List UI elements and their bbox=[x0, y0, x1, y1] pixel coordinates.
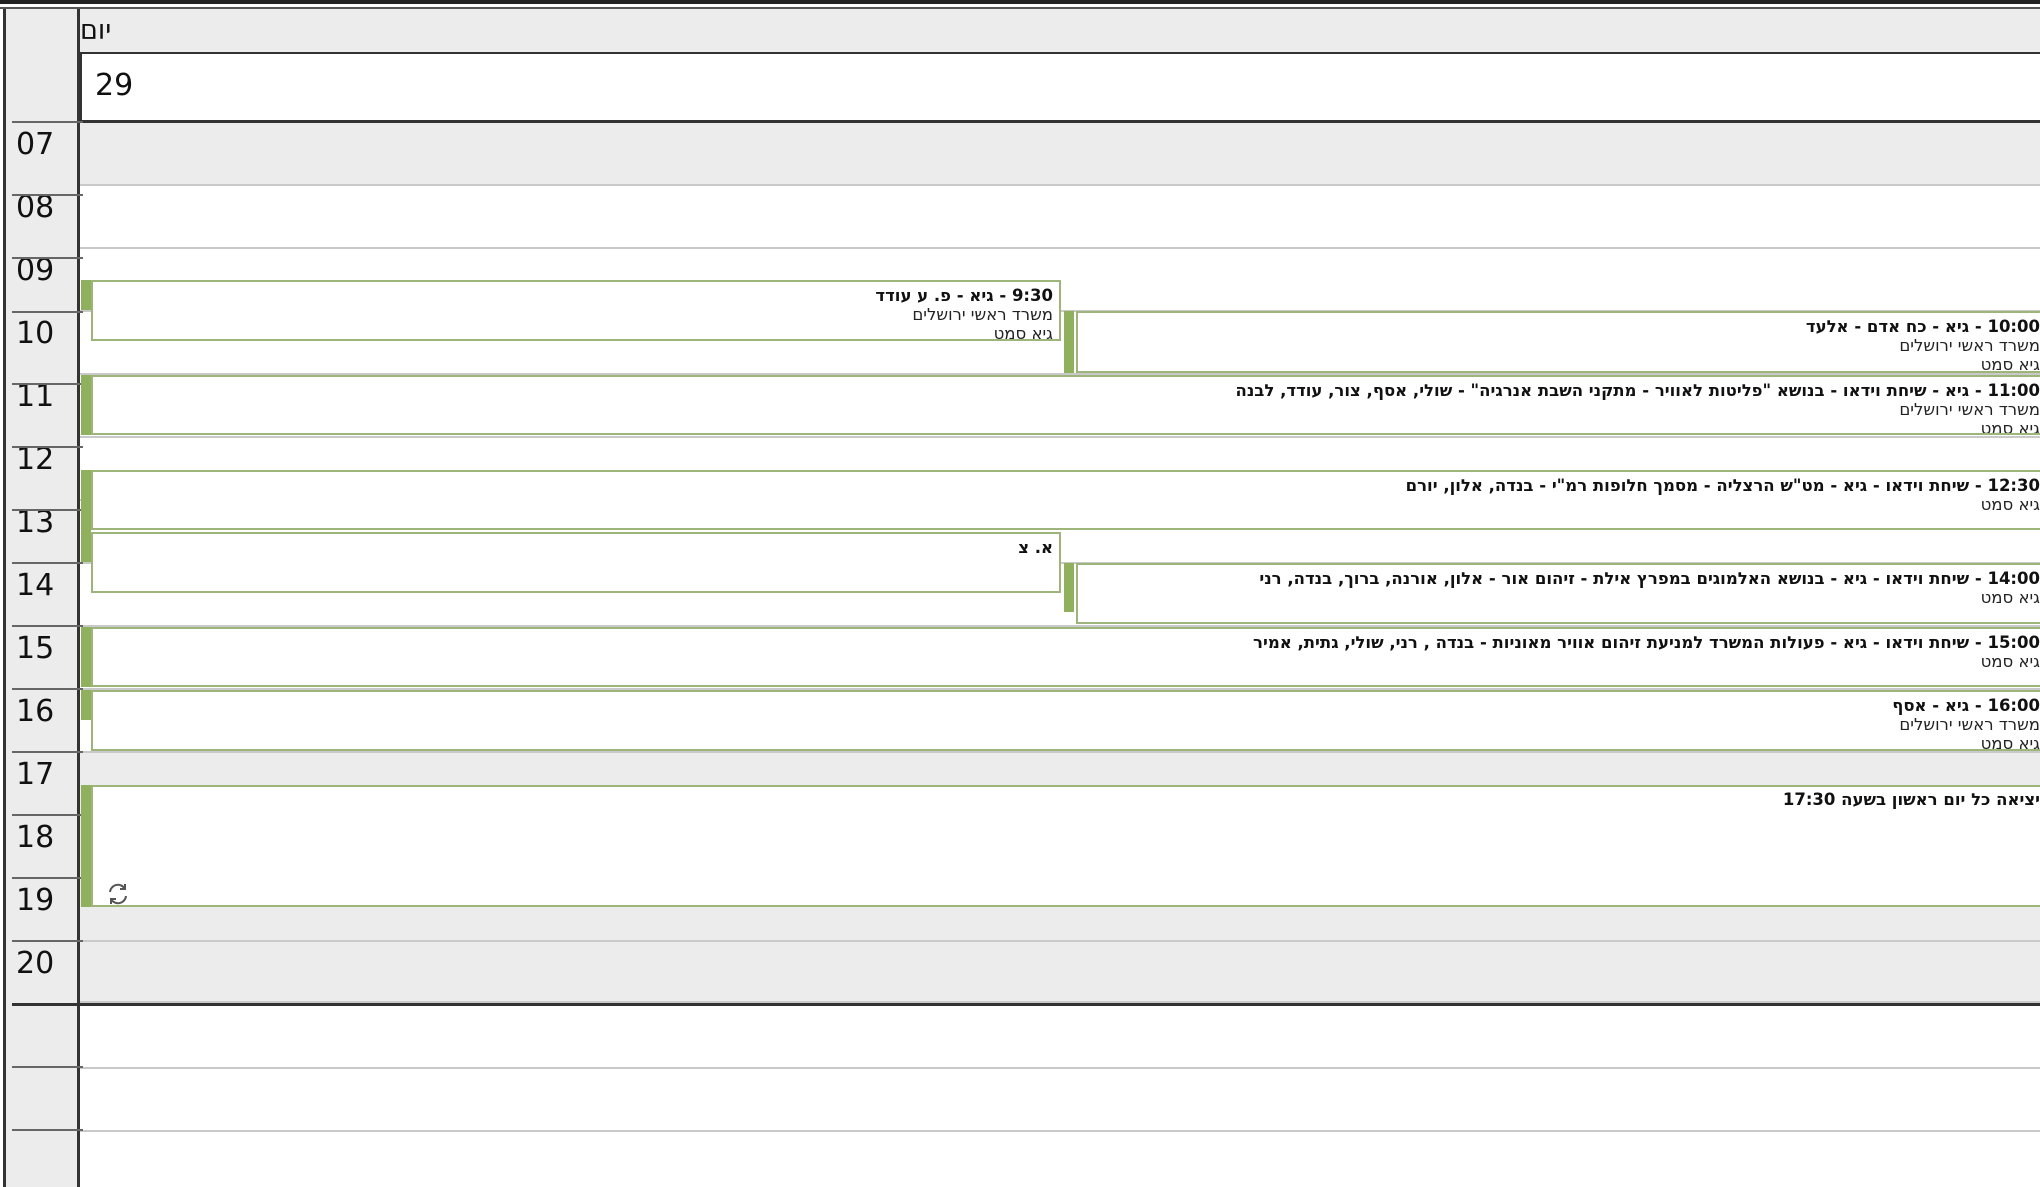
event-title: 11:00 - גיא - שיחת וידאו - בנושא "פליטות… bbox=[1235, 381, 2040, 400]
event-title: 16:00 - גיא - אסף bbox=[1892, 696, 2040, 715]
event-e5[interactable]: א. צ bbox=[91, 532, 1061, 593]
gutter-divider bbox=[12, 940, 83, 942]
all-day-date-cell[interactable]: 29 bbox=[80, 54, 2040, 123]
hour-label: 16 bbox=[16, 694, 55, 729]
gutter-divider bbox=[12, 121, 83, 123]
event-title: יציאה כל יום ראשון בשעה 17:30 bbox=[1782, 790, 2040, 809]
event-organizer: גיא סמט bbox=[1980, 652, 2040, 671]
hour-label: 11 bbox=[16, 379, 55, 414]
date-number: 29 bbox=[95, 68, 134, 103]
event-e4[interactable]: 12:30 - שיחת וידאו - גיא - מט"ש הרצליה -… bbox=[91, 470, 2040, 530]
event-location: משרד ראשי ירושלים bbox=[1899, 336, 2040, 355]
event-location: משרד ראשי ירושלים bbox=[1899, 400, 2040, 419]
hour-label: 17 bbox=[16, 757, 55, 792]
gutter-divider bbox=[12, 688, 83, 690]
gutter-divider bbox=[12, 446, 83, 448]
event-location: משרד ראשי ירושלים bbox=[912, 305, 1053, 324]
hour-label: 14 bbox=[16, 568, 55, 603]
gutter-divider bbox=[12, 814, 83, 816]
event-stripe bbox=[81, 690, 91, 720]
event-stripe bbox=[81, 785, 91, 907]
hour-label: 18 bbox=[16, 820, 55, 855]
event-title: 10:00 - גיא - כח אדם - אלעד bbox=[1805, 317, 2040, 336]
event-stripe bbox=[1064, 311, 1074, 373]
event-organizer: גיא סמט bbox=[1980, 355, 2040, 373]
event-stripe bbox=[81, 280, 91, 310]
recurrence-icon bbox=[105, 881, 131, 905]
hour-label: 13 bbox=[16, 505, 55, 540]
hour-label: 07 bbox=[16, 127, 55, 162]
gutter-divider bbox=[12, 257, 83, 259]
event-title: 14:00 - שיחת וידאו - גיא - בנושא האלמוגי… bbox=[1259, 569, 2040, 588]
gutter-divider bbox=[12, 751, 83, 753]
extra-slot-3[interactable] bbox=[80, 1132, 2040, 1187]
event-e2[interactable]: 10:00 - גיא - כח אדם - אלעד משרד ראשי יר… bbox=[1076, 311, 2040, 373]
event-e9[interactable]: יציאה כל יום ראשון בשעה 17:30 bbox=[91, 785, 2040, 907]
time-slot-20[interactable] bbox=[80, 942, 2040, 1003]
calendar-day-view: יום ראשון 29 07 08 09 10 11 12 13 14 15 … bbox=[0, 0, 2040, 1187]
hour-label: 19 bbox=[16, 883, 55, 918]
extra-slot-2[interactable] bbox=[80, 1069, 2040, 1132]
gutter-divider bbox=[12, 877, 83, 879]
hour-label: 08 bbox=[16, 190, 55, 225]
gutter-divider bbox=[12, 311, 83, 313]
time-slot-08[interactable] bbox=[80, 186, 2040, 249]
event-e3[interactable]: 11:00 - גיא - שיחת וידאו - בנושא "פליטות… bbox=[91, 375, 2040, 435]
time-slot-07[interactable] bbox=[80, 123, 2040, 186]
gutter-divider bbox=[12, 509, 83, 511]
hour-label: 10 bbox=[16, 316, 55, 351]
event-title: 15:00 - שיחת וידאו - גיא - פעולות המשרד … bbox=[1253, 633, 2040, 652]
time-gutter: 07 08 09 10 11 12 13 14 15 16 17 18 19 2… bbox=[3, 9, 83, 1187]
event-organizer: גיא סמט bbox=[1980, 419, 2040, 435]
event-stripe bbox=[81, 470, 91, 562]
gutter-divider bbox=[12, 1129, 83, 1131]
event-e6[interactable]: 14:00 - שיחת וידאו - גיא - בנושא האלמוגי… bbox=[1076, 563, 2040, 624]
event-e1[interactable]: 9:30 - גיא - פ. ע עודד משרד ראשי ירושלים… bbox=[91, 280, 1061, 341]
day-header[interactable]: יום ראשון bbox=[80, 9, 2040, 77]
event-stripe bbox=[81, 375, 91, 435]
event-stripe bbox=[1064, 563, 1074, 612]
gutter-end bbox=[12, 1003, 83, 1006]
event-organizer: גיא סמט bbox=[993, 324, 1053, 341]
gutter-divider bbox=[12, 1066, 83, 1068]
extra-slot-1[interactable] bbox=[80, 1006, 2040, 1069]
event-organizer: גיא סמט bbox=[1980, 495, 2040, 514]
hour-label: 20 bbox=[16, 946, 55, 981]
top-border bbox=[0, 0, 2040, 4]
event-organizer: גיא סמט bbox=[1980, 734, 2040, 751]
gutter-divider bbox=[12, 625, 83, 627]
event-title: א. צ bbox=[1018, 538, 1053, 557]
event-e8[interactable]: 16:00 - גיא - אסף משרד ראשי ירושלים גיא … bbox=[91, 690, 2040, 751]
event-stripe bbox=[81, 627, 91, 687]
gutter-divider bbox=[12, 194, 83, 196]
gutter-divider bbox=[12, 383, 83, 385]
event-location: משרד ראשי ירושלים bbox=[1899, 715, 2040, 734]
gutter-divider bbox=[12, 562, 83, 564]
event-e7[interactable]: 15:00 - שיחת וידאו - גיא - פעולות המשרד … bbox=[91, 627, 2040, 687]
hour-label: 15 bbox=[16, 631, 55, 666]
event-title: 9:30 - גיא - פ. ע עודד bbox=[875, 286, 1053, 305]
hour-label: 12 bbox=[16, 442, 55, 477]
hour-label: 09 bbox=[16, 253, 55, 288]
event-title: 12:30 - שיחת וידאו - גיא - מט"ש הרצליה -… bbox=[1405, 476, 2040, 495]
event-organizer: גיא סמט bbox=[1980, 588, 2040, 607]
